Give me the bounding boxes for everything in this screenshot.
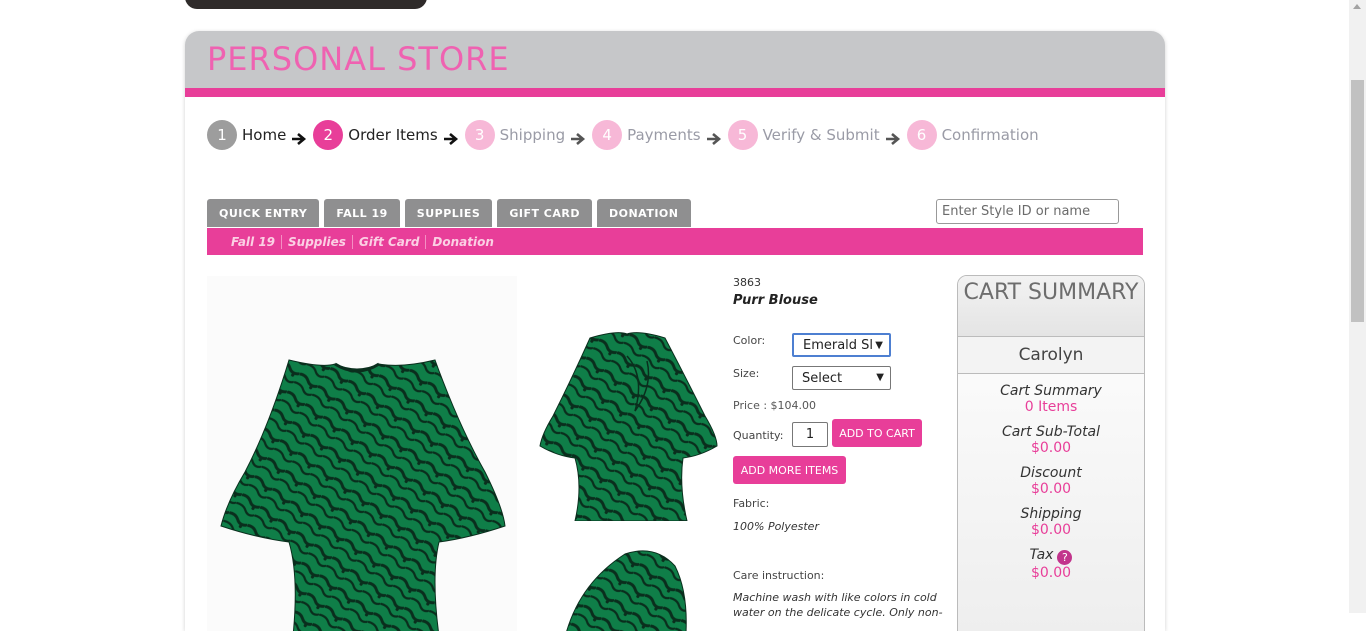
size-select-value: Select	[802, 370, 843, 386]
blouse-detail-image	[566, 550, 687, 631]
cart-tax-label: Tax	[1029, 547, 1054, 563]
arrow-right-icon	[706, 133, 721, 145]
subnav-fall-19[interactable]: Fall 19	[225, 235, 281, 249]
blouse-side-image	[539, 332, 718, 522]
cart-lines: Cart Summary 0 Items Cart Sub-Total $0.0…	[958, 374, 1144, 581]
dropdown-caret-icon: ▼	[876, 372, 884, 383]
cart-title: CART SUMMARY	[963, 280, 1139, 305]
step-confirmation[interactable]: 6 Confirmation	[906, 120, 1039, 150]
checkout-steps: 1 Home 2 Order Items 3 Shipping 4 Paymen…	[207, 120, 1039, 150]
step-label: Shipping	[499, 126, 566, 144]
arrow-right-icon	[571, 133, 586, 145]
cart-shipping-label: Shipping	[1020, 506, 1082, 522]
quantity-input[interactable]: 1	[792, 422, 828, 447]
style-search-input[interactable]	[936, 199, 1119, 224]
sub-navigation: Fall 19 Supplies Gift Card Donation	[207, 228, 1143, 255]
page-scrollbar[interactable]	[1349, 0, 1366, 613]
tab-supplies[interactable]: SUPPLIES	[404, 199, 493, 227]
cart-discount-label: Discount	[1020, 465, 1082, 481]
step-order-items[interactable]: 2 Order Items	[313, 120, 438, 150]
step-home[interactable]: 1 Home	[207, 120, 286, 150]
tab-fall-19[interactable]: FALL 19	[324, 199, 400, 227]
header-accent-line	[185, 88, 1165, 97]
cart-tax-value: $0.00	[1030, 565, 1072, 581]
cart-subtotal-value: $0.00	[1030, 440, 1072, 456]
fabric-label: Fabric:	[733, 497, 770, 510]
care-label: Care instruction:	[733, 569, 825, 582]
arrow-right-icon	[292, 133, 307, 145]
step-label: Order Items	[348, 126, 438, 144]
product-name: Purr Blouse	[733, 293, 818, 308]
top-dark-bar	[185, 0, 427, 9]
question-mark-icon[interactable]: ?	[1057, 550, 1073, 565]
fabric-value: 100% Polyester	[733, 520, 819, 533]
color-select[interactable]: Emerald Sl ▼	[792, 333, 891, 357]
style-id: 3863	[733, 276, 761, 289]
step-number: 2	[313, 120, 344, 150]
step-verify-submit[interactable]: 5 Verify & Submit	[727, 120, 880, 150]
cart-discount-value: $0.00	[1030, 481, 1072, 497]
cart-customer-name: Carolyn	[958, 337, 1144, 374]
quantity-label: Quantity:	[733, 429, 784, 442]
personal-store-panel: PERSONAL STORE 1 Home 2 Order Items 3 Sh…	[185, 31, 1165, 631]
size-label: Size:	[733, 367, 760, 380]
arrow-right-icon	[443, 133, 458, 145]
store-header: PERSONAL STORE	[185, 31, 1165, 88]
cart-items-count[interactable]: 0 Items	[958, 399, 1144, 415]
cart-tax-row: Tax?	[958, 547, 1144, 565]
add-more-items-button[interactable]: ADD MORE ITEMS	[733, 456, 846, 484]
tab-donation[interactable]: DONATION	[596, 199, 691, 227]
step-payments[interactable]: 4 Payments	[592, 120, 701, 150]
cart-header: CART SUMMARY	[958, 276, 1144, 337]
arrow-right-icon	[885, 133, 900, 145]
step-number: 4	[592, 120, 623, 150]
product-price: Price : $104.00	[733, 399, 817, 412]
step-number: 3	[464, 120, 495, 150]
subnav-supplies[interactable]: Supplies	[281, 234, 352, 249]
subnav-donation[interactable]: Donation	[425, 234, 499, 249]
tab-gift-card[interactable]: GIFT CARD	[497, 199, 592, 227]
size-select[interactable]: Select ▼	[792, 366, 891, 390]
cart-shipping-value: $0.00	[1030, 522, 1072, 538]
dropdown-caret-icon: ▼	[875, 340, 883, 351]
product-thumbnail-detail[interactable]	[545, 546, 715, 631]
step-number: 6	[906, 120, 937, 150]
catalog-tabs: QUICK ENTRY FALL 19 SUPPLIES GIFT CARD D…	[207, 199, 696, 227]
cart-subtotal-label: Cart Sub-Total	[1001, 424, 1101, 440]
step-number: 5	[727, 120, 758, 150]
subnav-gift-card[interactable]: Gift Card	[351, 234, 426, 249]
color-label: Color:	[733, 334, 766, 347]
cart-summary-panel: CART SUMMARY Carolyn Cart Summary 0 Item…	[957, 275, 1145, 631]
step-label: Confirmation	[941, 126, 1039, 144]
scroll-thumb[interactable]	[1351, 80, 1364, 322]
add-to-cart-button[interactable]: ADD TO CART	[832, 419, 922, 447]
product-thumbnail-side[interactable]	[535, 316, 720, 522]
store-title: PERSONAL STORE	[207, 40, 510, 78]
blouse-front-image	[220, 359, 506, 631]
cart-summary-label: Cart Summary	[1000, 383, 1102, 399]
product-main-image[interactable]	[207, 276, 517, 631]
step-number: 1	[207, 120, 237, 150]
color-select-value: Emerald Sl	[803, 337, 874, 353]
step-label: Home	[242, 126, 287, 144]
care-value-line-1: Machine wash with like colors in cold	[733, 591, 937, 604]
step-shipping[interactable]: 3 Shipping	[464, 120, 566, 150]
tab-quick-entry[interactable]: QUICK ENTRY	[207, 199, 320, 227]
step-label: Payments	[627, 126, 701, 144]
scroll-up-arrow-icon[interactable]	[1353, 4, 1361, 9]
step-label: Verify & Submit	[762, 126, 880, 144]
